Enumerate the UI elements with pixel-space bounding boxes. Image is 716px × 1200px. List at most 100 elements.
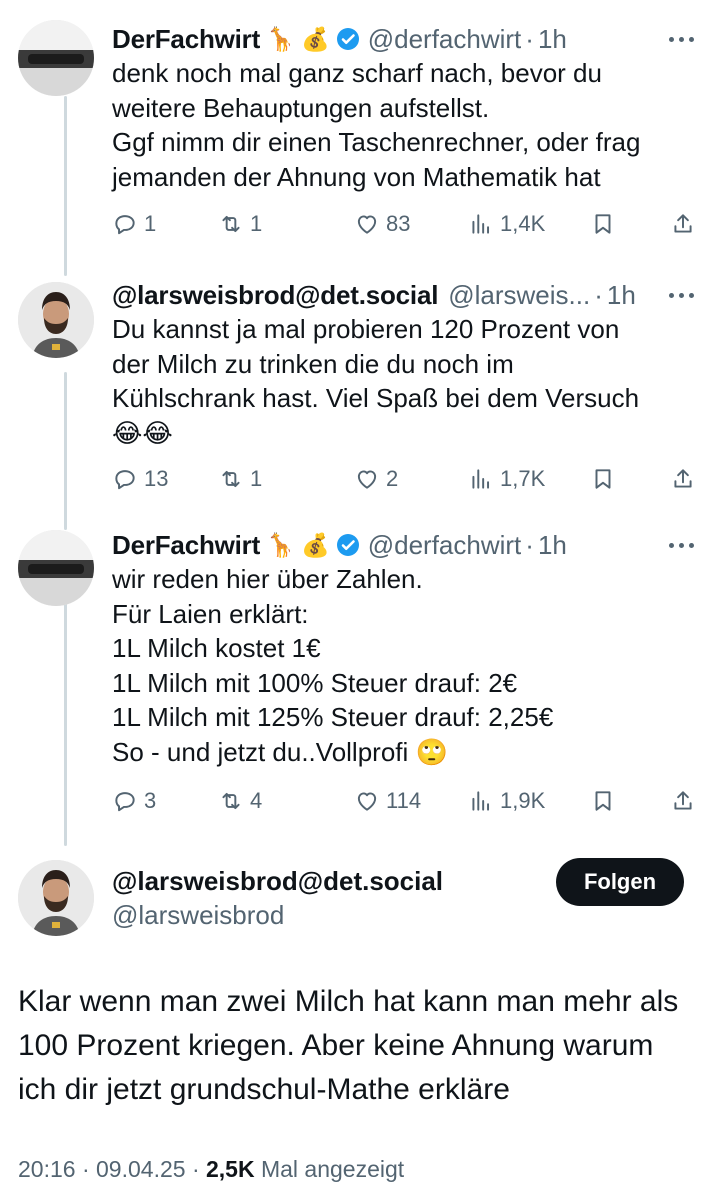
bookmark-button[interactable] bbox=[590, 788, 616, 814]
tweet-text-line: Klar wenn man zwei Milch hat kann man me… bbox=[18, 985, 679, 1018]
views-button[interactable]: 1,4K bbox=[468, 211, 545, 237]
reply-icon bbox=[115, 470, 135, 490]
bookmark-button[interactable] bbox=[590, 211, 616, 237]
share-button[interactable] bbox=[670, 211, 696, 237]
tweet-text-line: weitere Behauptungen aufstellst. bbox=[112, 92, 490, 123]
separator-dot: · bbox=[594, 279, 603, 310]
like-count: 83 bbox=[386, 211, 411, 236]
author-handle[interactable]: @derfachwirt bbox=[368, 530, 522, 561]
share-button[interactable] bbox=[670, 788, 696, 814]
reply-count: 1 bbox=[144, 211, 157, 236]
view-count: 1,7K bbox=[500, 466, 546, 491]
tweet-text-line: 😂😂 bbox=[112, 417, 173, 448]
bookmark-icon bbox=[595, 469, 611, 489]
tweet-text-line: denk noch mal ganz scharf nach, bevor du bbox=[112, 58, 602, 88]
retweet-count: 1 bbox=[250, 211, 263, 236]
tweet-actions: 13 1 2 1,7K bbox=[112, 462, 698, 496]
tweet-text: wir reden hier über Zahlen. Für Laien er… bbox=[112, 562, 698, 769]
tweet-header: DerFachwirt 🦒 💰 @derfachwirt · 1h bbox=[112, 22, 698, 56]
verified-badge-icon bbox=[336, 28, 359, 50]
view-count: 2,5K bbox=[206, 1156, 255, 1182]
views-button[interactable]: 1,9K bbox=[468, 788, 545, 814]
tweet-text-line: Für Laien erklärt: bbox=[112, 598, 309, 629]
like-button[interactable]: 114 bbox=[354, 788, 421, 814]
heart-icon bbox=[357, 215, 377, 234]
more-options-icon[interactable] bbox=[669, 36, 698, 42]
retweet-count: 4 bbox=[250, 788, 263, 813]
author-handle[interactable]: @derfachwirt bbox=[368, 24, 522, 55]
name-emoji: 🦒 💰 bbox=[266, 25, 330, 52]
timestamp[interactable]: 1h bbox=[538, 24, 567, 55]
timestamp[interactable]: 1h bbox=[607, 280, 636, 311]
views-button[interactable]: 1,7K bbox=[468, 466, 545, 492]
tweet-text-line: jemanden der Ahnung von Mathematik hat bbox=[112, 161, 601, 192]
more-options-icon[interactable] bbox=[669, 292, 698, 298]
reply-button[interactable]: 1 bbox=[112, 211, 156, 237]
tweet-text-line: Ggf nimm dir einen Taschenrechner, oder … bbox=[112, 127, 641, 157]
tweet-text-line: 1L Milch mit 100% Steuer drauf: 2€ bbox=[112, 667, 518, 698]
post-time[interactable]: 20:16 bbox=[18, 1156, 76, 1182]
author-name[interactable]: DerFachwirt bbox=[112, 530, 260, 561]
retweet-button[interactable]: 4 bbox=[218, 788, 262, 814]
name-emoji: 🦒 💰 bbox=[266, 531, 330, 558]
retweet-icon bbox=[222, 215, 240, 233]
author-name[interactable]: DerFachwirt bbox=[112, 24, 260, 55]
more-options-icon[interactable] bbox=[669, 542, 698, 548]
tweet-text-line: ich dir jetzt grundschul-Mathe erkläre bbox=[18, 1073, 510, 1106]
follow-button[interactable]: Folgen bbox=[556, 858, 684, 906]
reply-button[interactable]: 13 bbox=[112, 466, 168, 492]
like-button[interactable]: 2 bbox=[354, 466, 398, 492]
share-button[interactable] bbox=[670, 466, 696, 492]
tweet-header: DerFachwirt 🦒 💰 @derfachwirt · 1h bbox=[112, 528, 698, 562]
heart-icon bbox=[357, 792, 377, 811]
like-count: 114 bbox=[386, 788, 422, 813]
tweet-actions: 1 1 83 1,4K bbox=[112, 207, 698, 241]
retweet-button[interactable]: 1 bbox=[218, 466, 262, 492]
avatar[interactable] bbox=[18, 282, 94, 358]
tweet-text-line: So - und jetzt du..Vollprofi 🙄 bbox=[112, 736, 448, 767]
author-handle[interactable]: @larsweisbrod bbox=[112, 900, 284, 931]
bookmark-icon bbox=[595, 214, 611, 234]
timestamp[interactable]: 1h bbox=[538, 530, 567, 561]
like-button[interactable]: 83 bbox=[354, 211, 410, 237]
view-count: 1,4K bbox=[500, 211, 546, 236]
tweet-text: Du kannst ja mal probieren 120 Prozent v… bbox=[112, 312, 698, 450]
tweet-text-line: Kühlschrank hast. Viel Spaß bei dem Vers… bbox=[112, 383, 640, 413]
bookmark-button[interactable] bbox=[590, 466, 616, 492]
heart-icon bbox=[357, 470, 377, 489]
author-name[interactable]: @larsweisbrod@det.social bbox=[112, 280, 438, 311]
retweet-count: 1 bbox=[250, 466, 263, 491]
reply-count: 3 bbox=[144, 788, 157, 813]
share-icon bbox=[674, 791, 692, 810]
avatar[interactable] bbox=[18, 530, 94, 606]
reply-count: 13 bbox=[144, 466, 169, 491]
tweet-text-line: Du kannst ja mal probieren 120 Prozent v… bbox=[112, 314, 620, 344]
avatar[interactable] bbox=[18, 860, 94, 936]
views-label: Mal angezeigt bbox=[260, 1156, 405, 1182]
tweet-text-line: 1L Milch kostet 1€ bbox=[112, 633, 321, 663]
author-name[interactable]: @larsweisbrod@det.social bbox=[112, 866, 443, 897]
share-icon bbox=[674, 469, 692, 488]
author-handle[interactable]: @larsweis... bbox=[448, 280, 590, 311]
like-count: 2 bbox=[386, 466, 399, 491]
thread-line bbox=[64, 96, 67, 276]
reply-button[interactable]: 3 bbox=[112, 788, 156, 814]
analytics-icon bbox=[472, 791, 490, 811]
avatar[interactable] bbox=[18, 20, 94, 96]
retweet-icon bbox=[222, 470, 240, 488]
tweet-text-line: 1L Milch mit 125% Steuer drauf: 2,25€ bbox=[112, 702, 554, 732]
tweet-header: @larsweisbrod@det.social @larsweis... · … bbox=[112, 278, 698, 312]
view-count: 1,9K bbox=[500, 788, 546, 813]
tweet-text-line: 100 Prozent kriegen. Aber keine Ahnung w… bbox=[18, 1029, 654, 1062]
retweet-button[interactable]: 1 bbox=[218, 211, 262, 237]
tweet-text: Klar wenn man zwei Milch hat kann man me… bbox=[18, 980, 708, 1112]
reply-icon bbox=[115, 215, 135, 235]
tweet-text: denk noch mal ganz scharf nach, bevor du… bbox=[112, 56, 698, 194]
analytics-icon bbox=[472, 469, 490, 489]
separator-dot: · bbox=[81, 1156, 97, 1182]
tweet-actions: 3 4 114 1,9K bbox=[112, 784, 698, 818]
post-date[interactable]: 09.04.25 bbox=[96, 1156, 186, 1182]
analytics-icon bbox=[472, 214, 490, 234]
reply-icon bbox=[115, 792, 135, 812]
thread-line bbox=[64, 596, 67, 846]
